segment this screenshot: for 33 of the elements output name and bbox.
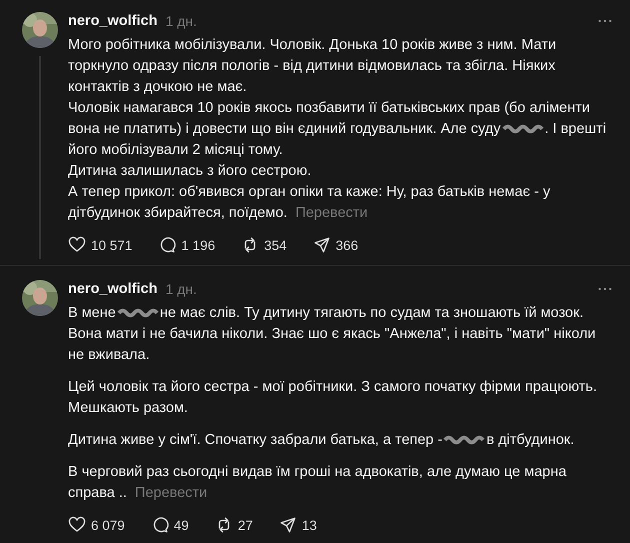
scribble-mark	[116, 307, 159, 320]
scribble-mark	[502, 123, 544, 136]
share-button[interactable]: 13	[278, 516, 317, 534]
reply-button[interactable]: 1 196	[158, 236, 216, 254]
share-button[interactable]: 366	[312, 236, 358, 254]
post-text: Чоловік намагався 10 років якось позбавити її батьківських прав (бо аліменти вона не платить) і довести що він єдиний годувальник. Але суду . І врешті його мобілізували 2 місяці тому.	[68, 99, 608, 160]
translate-link[interactable]: Перевести	[134, 485, 208, 501]
speech-bubble-icon	[150, 516, 169, 534]
like-button[interactable]: 6 079	[68, 516, 125, 534]
post-text: Дитина залишилась з його сестрою.	[68, 162, 312, 181]
post-text: А тепер прикол: об'явився орган опіки та каже: Ну, раз батьків немає - у дітбудинок збирайтеся, поїдемо. Перевести	[68, 183, 552, 223]
post-time: 1 дн.	[165, 281, 197, 297]
post-text: Мого робітника мобілізували. Чоловік. Донька 10 років живе з ним. Мати торкнуло одразу після пологів - від дитини відмовилась та збігла. Ніяких контактів з дочкою не має.	[68, 36, 558, 97]
more-icon[interactable]	[598, 287, 612, 291]
repost-button[interactable]: 27	[214, 516, 253, 534]
username[interactable]: nero_wolfich	[68, 13, 158, 29]
post-text: Дитина живе у сім'ї. Спочатку забрали батька, а тепер - в дітбудинок.	[68, 431, 576, 450]
like-button[interactable]: 10 571	[68, 236, 132, 254]
post-text: В мене не має слів. Ту дитину тягають по судам та зношають їй мозок. Вона мати і не бачила ніколи. Знає шо є якась "Анжела", і навіть "мати" ніколи не вживала.	[68, 304, 597, 365]
post-text: Цей чоловік та його сестра - мої робітники. З самого початку фірми працюють. Мешкають разом.	[68, 378, 598, 418]
username[interactable]: nero_wolfich	[68, 281, 158, 297]
post-text: В черговий раз сьогодні видав їм гроші на адвокатів, але думаю це марна справа .. Перевести	[68, 463, 568, 503]
heart-icon	[68, 236, 86, 254]
translate-link[interactable]: Перевести	[295, 205, 368, 221]
heart-icon	[68, 516, 86, 534]
speech-bubble-icon	[158, 236, 176, 254]
repost-button[interactable]: 354	[241, 236, 287, 254]
more-icon[interactable]	[598, 19, 612, 23]
scribble-mark	[443, 434, 486, 446]
send-icon	[278, 516, 297, 534]
reply-button[interactable]: 49	[150, 516, 189, 534]
post-time: 1 дн.	[165, 13, 197, 29]
send-icon	[312, 236, 331, 254]
